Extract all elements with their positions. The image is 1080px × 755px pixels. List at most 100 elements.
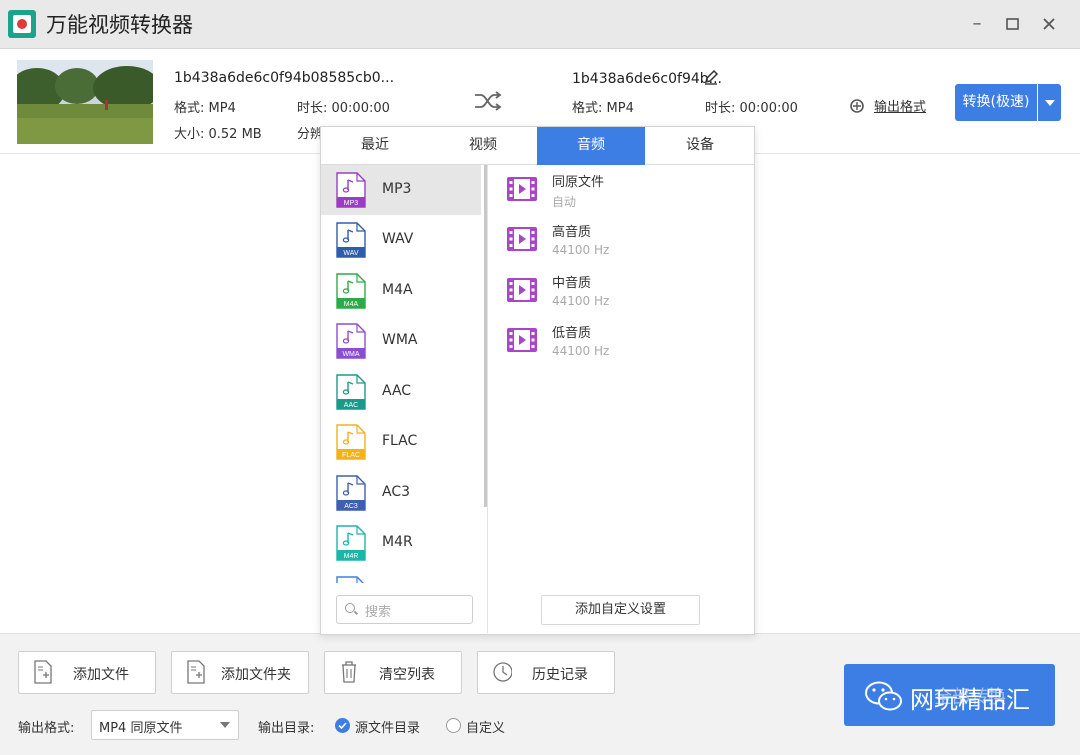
output-duration: 时长: 00:00:00	[705, 101, 798, 116]
convert-button[interactable]: 转换(极速)	[955, 84, 1037, 121]
format-label: WAV	[382, 231, 414, 247]
video-clip-icon	[507, 278, 537, 302]
audio-file-icon: AC3	[336, 475, 366, 511]
convert-all-button[interactable]: 全部转换 网玩精品汇	[844, 664, 1055, 726]
format-label: AAC	[382, 383, 412, 399]
audio-file-icon: WAV	[336, 222, 366, 258]
audio-file-icon: AAC	[336, 374, 366, 410]
search-placeholder: 搜索	[365, 605, 392, 620]
edit-pencil-icon[interactable]	[703, 69, 719, 85]
minimize-icon[interactable]: –	[964, 11, 990, 37]
popup-divider	[487, 165, 488, 633]
close-icon[interactable]	[1036, 11, 1062, 37]
format-item-aac[interactable]: AAC AAC	[321, 367, 481, 417]
tab-video[interactable]: 视频	[429, 127, 537, 165]
add-custom-setting-button[interactable]: 添加自定义设置	[541, 595, 700, 625]
source-format: 格式: MP4	[174, 101, 236, 116]
format-label: FLAC	[382, 433, 418, 449]
app-logo-icon	[8, 10, 36, 38]
format-tag: WAV	[343, 250, 358, 257]
format-item-flac[interactable]: FLAC FLAC	[321, 417, 481, 467]
settings-gear-icon[interactable]	[849, 98, 865, 114]
convert-dropdown-button[interactable]	[1038, 84, 1061, 121]
tab-device[interactable]: 设备	[646, 127, 754, 165]
tab-audio[interactable]: 音频	[537, 127, 645, 165]
format-popup: 最近 视频 音频 设备 MP3 MP3 WAV WAV M4A M4A WMA WMA …	[320, 126, 755, 635]
history-button[interactable]: 历史记录	[477, 651, 615, 694]
search-icon	[345, 603, 355, 613]
quality-item[interactable]: 中音质 44100 Hz	[507, 270, 727, 316]
watermark-text: 网玩精品汇	[910, 686, 1030, 714]
output-format: 格式: MP4	[572, 101, 634, 116]
quality-title: 中音质	[552, 276, 592, 291]
format-item-m4a[interactable]: M4A M4A	[321, 266, 481, 316]
maximize-icon[interactable]	[1000, 11, 1026, 37]
output-format-label: 输出格式:	[18, 721, 75, 736]
format-tag: M4A	[344, 301, 359, 308]
audio-file-icon: M4R	[336, 525, 366, 561]
format-label: M4A	[382, 282, 413, 298]
output-format-link[interactable]: 输出格式	[874, 96, 926, 115]
source-size: 大小: 0.52 MB	[174, 127, 262, 142]
format-tag: MP3	[344, 200, 359, 207]
format-item-m4r[interactable]: M4R M4R	[321, 518, 481, 568]
format-item-ac3[interactable]: AC3 AC3	[321, 468, 481, 518]
quality-item[interactable]: 同原文件 自动	[507, 169, 727, 215]
format-tag: AC3	[344, 503, 358, 510]
radio-custom-dir[interactable]	[446, 718, 461, 733]
audio-file-icon: MP3	[336, 172, 366, 208]
output-file-name: 1b438a6de6c0f94b...	[572, 71, 722, 87]
format-label: AC3	[382, 484, 411, 500]
source-duration: 时长: 00:00:00	[297, 101, 390, 116]
format-tag: M4R	[344, 553, 359, 560]
video-thumbnail	[17, 60, 153, 144]
add-folder-label: 添加文件夹	[221, 667, 291, 683]
quality-sample-rate: 44100 Hz	[552, 294, 610, 308]
audio-file-icon: WMA	[336, 323, 366, 359]
video-clip-icon	[507, 177, 537, 201]
format-item-mp3[interactable]: MP3 MP3	[321, 165, 481, 215]
radio-source-dir-label: 源文件目录	[355, 721, 421, 736]
output-dir-label: 输出目录:	[258, 721, 315, 736]
add-file-label: 添加文件	[73, 667, 129, 683]
output-format-select[interactable]: MP4 同原文件	[91, 710, 239, 740]
output-format-value: MP4 同原文件	[99, 721, 183, 736]
add-file-icon	[34, 660, 52, 684]
quality-item[interactable]: 高音质 44100 Hz	[507, 219, 727, 265]
format-label: MP3	[382, 181, 412, 197]
quality-item[interactable]: 低音质 44100 Hz	[507, 320, 727, 366]
wechat-logo-icon	[865, 681, 902, 711]
add-file-button[interactable]: 添加文件	[18, 651, 156, 694]
shuffle-icon	[472, 87, 504, 115]
chevron-down-icon	[220, 722, 230, 728]
video-clip-icon	[507, 328, 537, 352]
quality-sample-rate: 44100 Hz	[552, 344, 610, 358]
clear-list-label: 清空列表	[379, 667, 435, 683]
quality-title: 同原文件	[552, 175, 605, 190]
app-title: 万能视频转换器	[46, 13, 193, 37]
quality-title: 高音质	[552, 225, 592, 240]
radio-custom-dir-label: 自定义	[466, 721, 506, 736]
format-tag: AAC	[344, 402, 358, 409]
format-item-partial[interactable]	[321, 569, 481, 583]
audio-file-icon	[336, 576, 364, 583]
add-folder-button[interactable]: 添加文件夹	[171, 651, 309, 694]
history-label: 历史记录	[532, 667, 588, 683]
clear-list-button[interactable]: 清空列表	[324, 651, 462, 694]
format-label: WMA	[382, 332, 418, 348]
format-tag: FLAC	[342, 452, 360, 459]
source-file-name: 1b438a6de6c0f94b08585cb0...	[174, 70, 395, 86]
quality-sample-rate: 44100 Hz	[552, 243, 610, 257]
format-tag: WMA	[342, 351, 359, 358]
format-search-input[interactable]: 搜索	[336, 595, 473, 624]
audio-format-list: MP3 MP3 WAV WAV M4A M4A WMA WMA AAC AAC FLAC F…	[321, 165, 481, 583]
audio-file-icon: FLAC	[336, 424, 366, 460]
radio-source-dir[interactable]	[335, 718, 350, 733]
video-clip-icon	[507, 227, 537, 251]
format-item-wav[interactable]: WAV WAV	[321, 215, 481, 265]
tab-recent[interactable]: 最近	[321, 127, 429, 165]
quality-title: 低音质	[552, 326, 592, 341]
quality-sample-rate: 自动	[552, 195, 577, 209]
audio-file-icon: M4A	[336, 273, 366, 309]
format-item-wma[interactable]: WMA WMA	[321, 316, 481, 366]
